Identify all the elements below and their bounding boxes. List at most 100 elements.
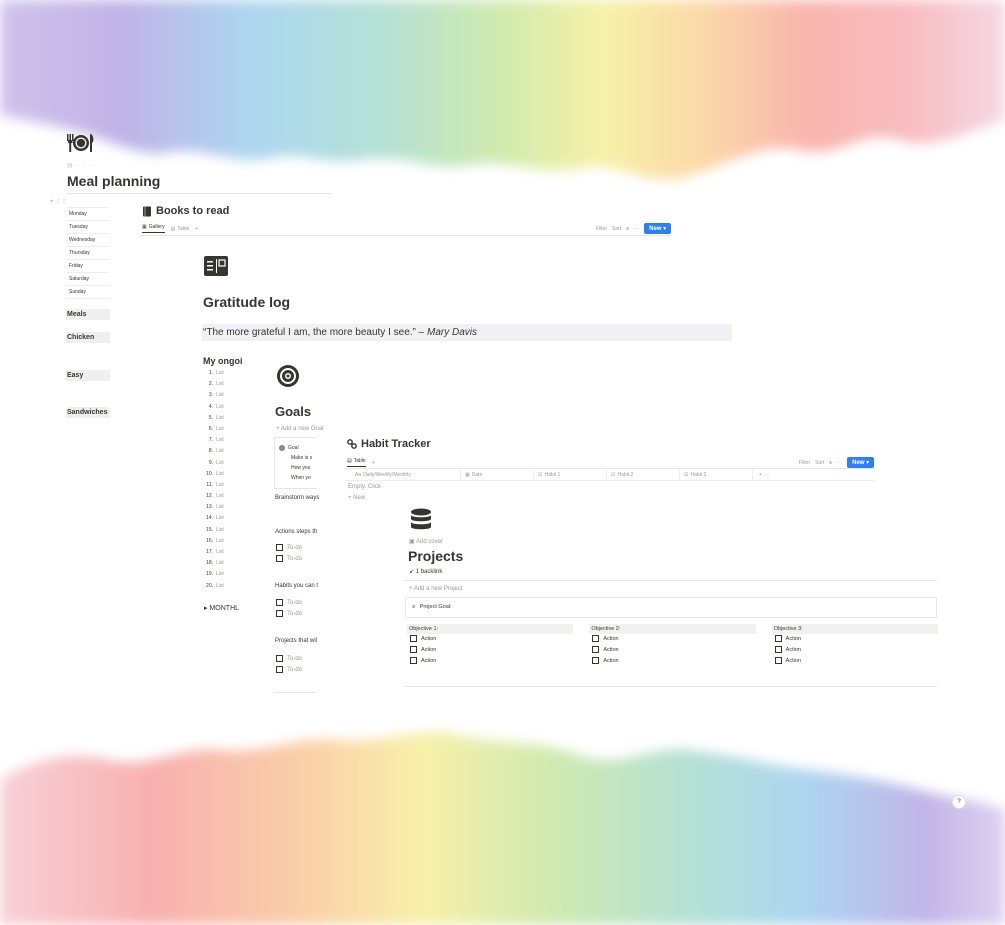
checkbox-icon[interactable] (276, 655, 283, 662)
tag-sandwiches[interactable]: Sandwiches (66, 407, 110, 418)
column-header[interactable]: ▦ Date (461, 470, 534, 480)
sort-button[interactable]: Sort (612, 226, 621, 232)
checkbox-icon[interactable] (276, 599, 283, 606)
list-item[interactable]: 3. List (203, 390, 243, 401)
day-item[interactable]: Friday (67, 260, 109, 273)
more-icon[interactable]: ··· (634, 226, 639, 232)
list-item[interactable]: 18. List (203, 558, 243, 569)
add-cover-button[interactable]: ▣ Add cover (409, 538, 443, 545)
sort-button[interactable]: Sort (815, 460, 824, 466)
search-icon[interactable]: ⌕ (626, 226, 629, 232)
day-item[interactable]: Wednesday (67, 234, 109, 247)
action-item[interactable]: Action (772, 656, 938, 667)
tab-gallery[interactable]: ▦ Gallery (142, 224, 165, 233)
action-item[interactable]: Action (407, 656, 573, 667)
list-item[interactable]: 7. List (203, 435, 243, 446)
checkbox-icon[interactable] (276, 555, 283, 562)
action-item[interactable]: Action (589, 645, 755, 656)
tab-table[interactable]: ▤ Table (171, 224, 190, 233)
checkbox-icon[interactable] (592, 657, 600, 665)
action-item[interactable]: Action (589, 634, 755, 645)
checkbox-icon[interactable] (592, 646, 600, 654)
tab-table[interactable]: ▤ Table (347, 458, 366, 467)
checkbox-icon[interactable] (774, 657, 782, 665)
books-divider (140, 235, 672, 236)
goal-card[interactable]: Goal Make is s How you When yo (274, 437, 317, 489)
column-header[interactable]: ☑ Habit 3 (680, 470, 753, 480)
action-item[interactable]: Action (407, 634, 573, 645)
checkbox-icon[interactable] (774, 646, 782, 654)
objective-heading: Objective 1: (407, 624, 574, 634)
day-item[interactable]: Thursday (67, 247, 109, 260)
backlink[interactable]: ↙ 1 backlink (409, 568, 442, 575)
add-goal-button[interactable]: + Add a new Goal (276, 426, 324, 432)
todo-item[interactable]: To-do (276, 655, 302, 662)
todo-item[interactable]: To-do (276, 666, 302, 673)
habit-divider (345, 468, 875, 469)
list-item[interactable]: 1. List (203, 368, 243, 379)
checkbox-icon[interactable] (592, 635, 600, 643)
list-item[interactable]: 13. List (203, 502, 243, 513)
checkbox-icon[interactable] (410, 646, 417, 654)
add-column-icon[interactable]: + ··· (753, 470, 770, 480)
add-view-icon[interactable]: + (372, 458, 375, 467)
checkbox-icon[interactable] (410, 657, 417, 665)
add-project-button[interactable]: + Add a new Project (409, 586, 463, 592)
list-item[interactable]: 12. List (203, 491, 243, 502)
tag-chicken[interactable]: Chicken (66, 332, 110, 343)
list-item[interactable]: 15. List (203, 525, 243, 536)
list-number: 6. (208, 425, 213, 432)
todo-item[interactable]: To-do (276, 599, 302, 606)
list-item[interactable]: 14. List (203, 513, 243, 524)
list-item[interactable]: 5. List (203, 413, 243, 424)
list-item[interactable]: 17. List (203, 547, 243, 558)
checkbox-icon[interactable] (276, 666, 283, 673)
list-item[interactable]: 11. List (203, 480, 243, 491)
gratitude-title: Gratitude log (203, 294, 291, 310)
action-item[interactable]: Action (772, 634, 938, 645)
action-item[interactable]: Action (772, 645, 938, 656)
todo-item[interactable]: To-do (276, 544, 302, 551)
todo-item[interactable]: To-do (276, 610, 302, 617)
column-header[interactable]: Aa Daily/Weekly/Monthly (345, 470, 461, 480)
new-button[interactable]: New ▾ (644, 223, 672, 234)
todo-item[interactable]: To-do (276, 555, 302, 562)
checkbox-icon[interactable] (276, 610, 283, 617)
action-item[interactable]: Action (589, 656, 755, 667)
database-icon (411, 508, 431, 530)
list-item[interactable]: 2. List (203, 379, 243, 390)
day-item[interactable]: Saturday (67, 273, 109, 286)
filter-button[interactable]: Filter (799, 460, 810, 466)
checkbox-icon[interactable] (410, 635, 417, 643)
add-view-icon[interactable]: + (195, 224, 198, 233)
list-item[interactable]: 8. List (203, 446, 243, 457)
checkbox-icon[interactable] (276, 544, 283, 551)
list-item[interactable]: 4. List (203, 402, 243, 413)
list-item[interactable]: 16. List (203, 536, 243, 547)
new-row-button[interactable]: + New (348, 495, 365, 501)
action-item[interactable]: Action (407, 645, 573, 656)
project-goal-card[interactable]: ≡ Project Goal: (405, 597, 937, 618)
day-item[interactable]: Tuesday (67, 221, 109, 234)
tag-meals[interactable]: Meals (66, 309, 110, 320)
list-item[interactable]: 19. List (203, 569, 243, 580)
list-item[interactable]: 9. List (203, 458, 243, 469)
column-header[interactable]: ☑ Habit 1 (534, 470, 607, 480)
list-item[interactable]: 6. List (203, 424, 243, 435)
more-icon[interactable]: ··· (837, 460, 842, 466)
filter-button[interactable]: Filter (596, 226, 607, 232)
list-item[interactable]: 10. List (203, 469, 243, 480)
day-item[interactable]: Sunday (67, 286, 109, 299)
day-item[interactable]: Monday (67, 208, 109, 221)
monthly-toggle[interactable]: ▸ MONTHL (204, 604, 239, 612)
list-item[interactable]: 20. List (203, 581, 243, 592)
new-button[interactable]: New ▾ (847, 457, 875, 468)
help-button[interactable]: ? (952, 795, 966, 809)
tag-easy[interactable]: Easy (66, 370, 110, 381)
drag-handle-icon[interactable]: + ⋮⋮ (50, 198, 67, 205)
list-label: List (216, 370, 224, 376)
action-label: Action (421, 647, 437, 653)
column-header[interactable]: ☑ Habit 2 (607, 470, 680, 480)
checkbox-icon[interactable] (774, 635, 782, 643)
search-icon[interactable]: ⌕ (829, 460, 832, 466)
